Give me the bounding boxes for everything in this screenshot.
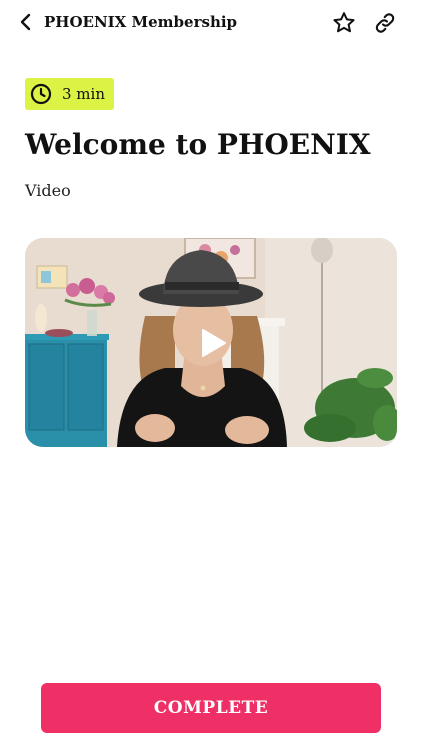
content-type-label: Video <box>25 181 71 200</box>
page-title: Welcome to PHOENIX <box>25 128 371 161</box>
header-title: PHOENIX Membership <box>44 13 238 31</box>
video-player[interactable] <box>25 238 397 447</box>
back-button[interactable] <box>14 10 38 34</box>
duration-badge: 3 min <box>25 78 114 110</box>
top-bar: PHOENIX Membership <box>0 0 422 46</box>
chevron-left-icon <box>20 13 31 31</box>
favorite-button[interactable] <box>331 10 357 36</box>
clock-icon <box>28 81 54 107</box>
star-icon <box>333 12 355 33</box>
link-icon <box>375 13 395 33</box>
share-link-button[interactable] <box>372 10 398 36</box>
duration-label: 3 min <box>62 85 105 103</box>
play-icon[interactable] <box>201 328 227 358</box>
complete-button[interactable]: COMPLETE <box>41 683 381 733</box>
